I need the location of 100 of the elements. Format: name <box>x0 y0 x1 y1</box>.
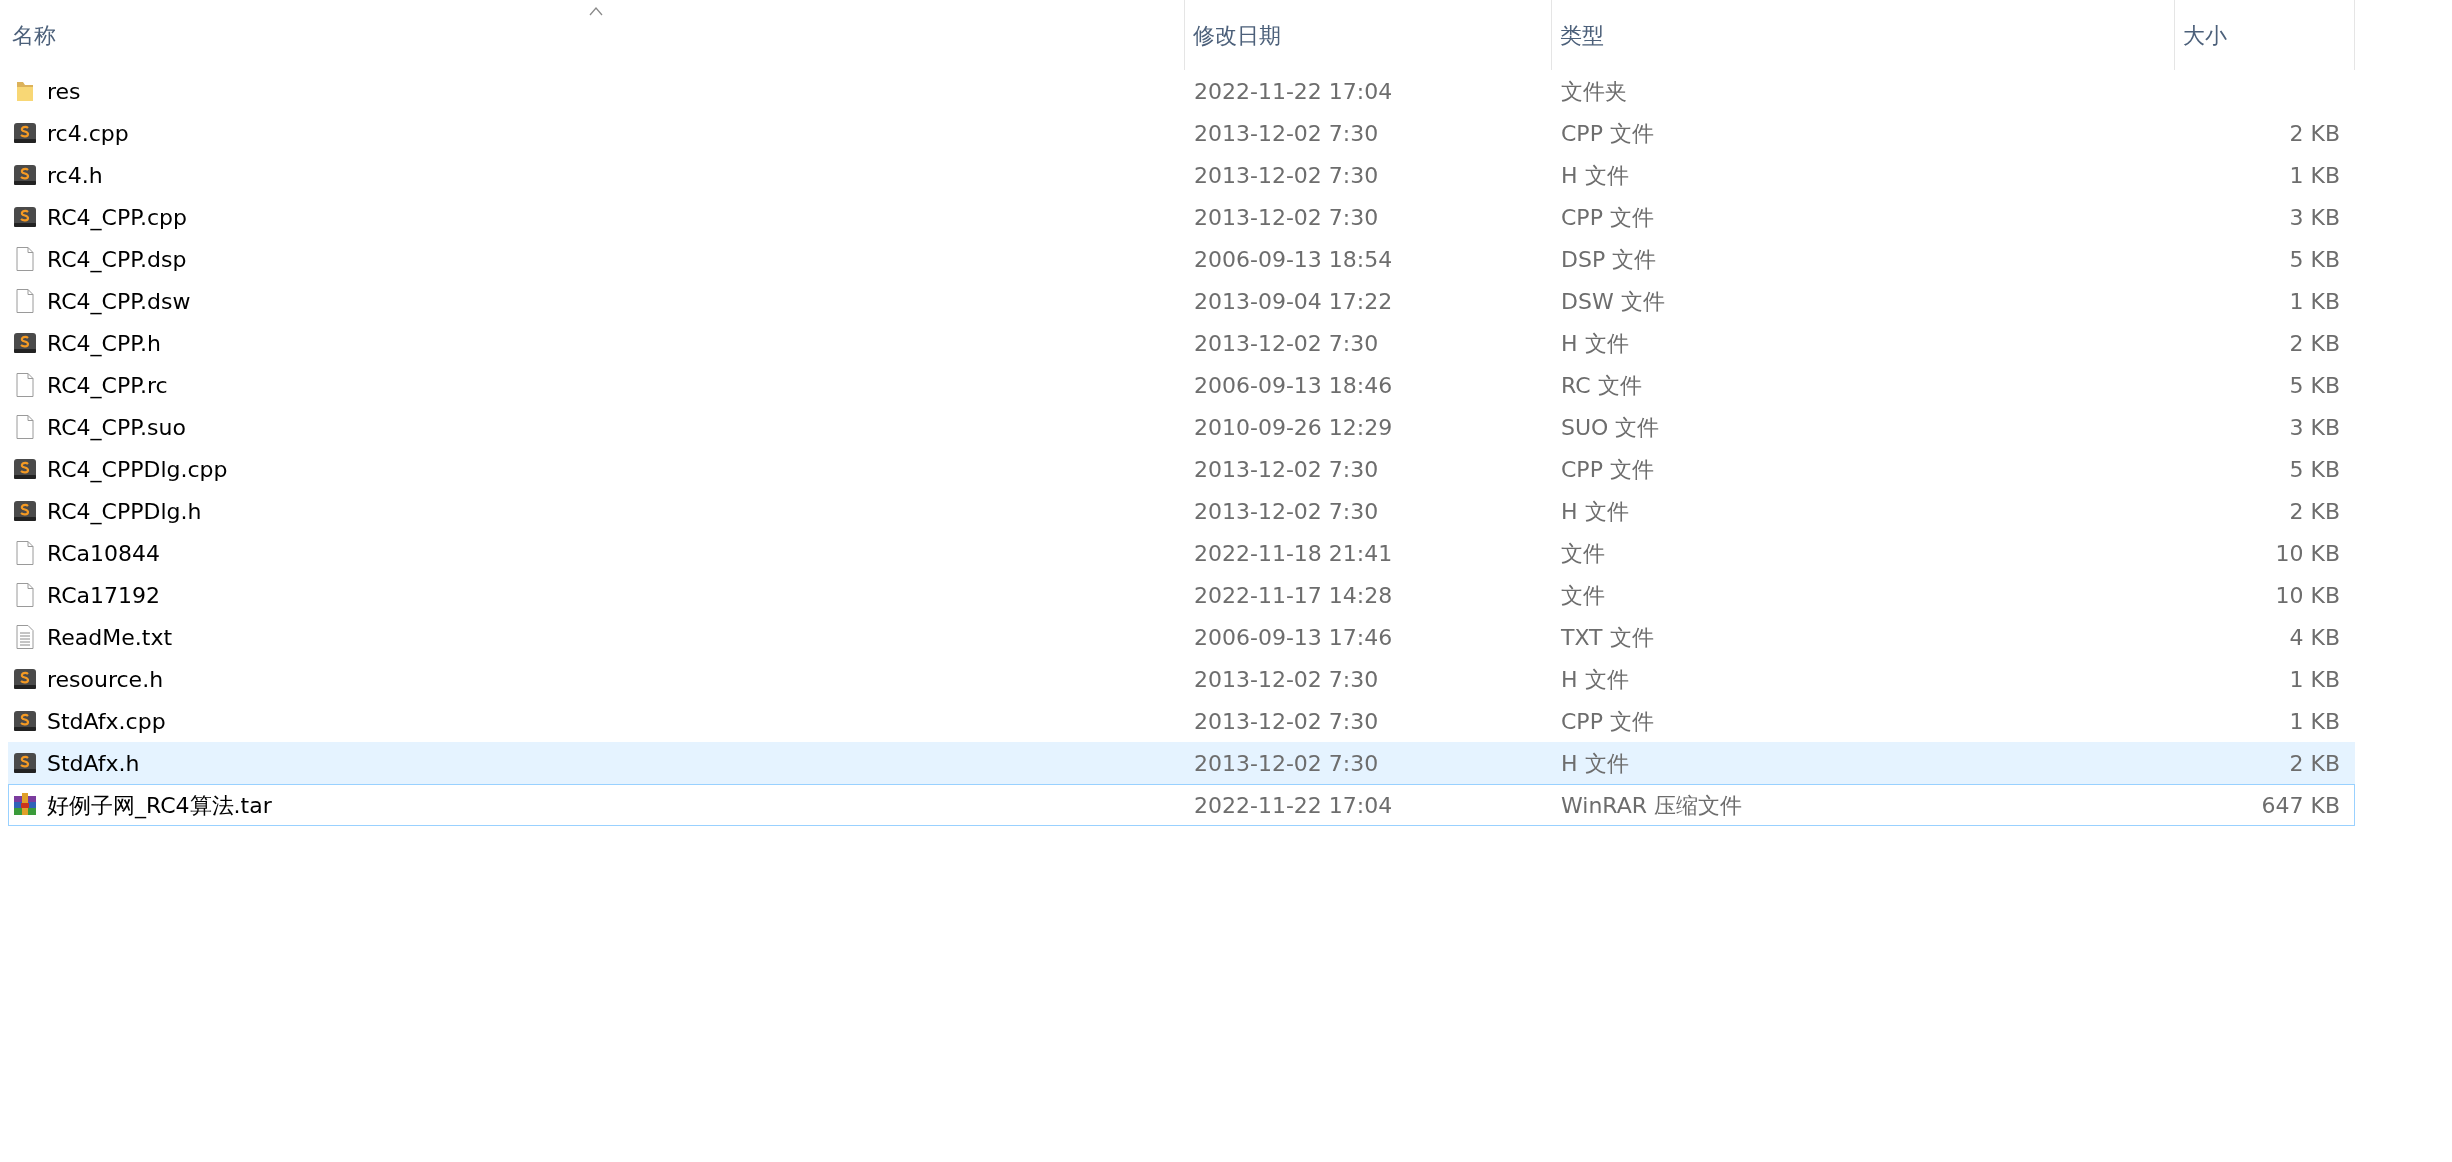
letter-s-icon <box>13 750 37 776</box>
blank-file-icon <box>13 288 37 314</box>
modified-date: 2022-11-22 17:04 <box>1194 77 1393 106</box>
file-type: H 文件 <box>1561 665 1629 694</box>
file-type: DSP 文件 <box>1561 245 1657 274</box>
file-name: RCa10844 <box>47 539 161 568</box>
file-name: RC4_CPPDlg.h <box>47 497 202 527</box>
file-type: CPP 文件 <box>1561 203 1654 232</box>
file-size: 5 KB <box>2289 371 2340 400</box>
file-size: 2 KB <box>2289 119 2340 148</box>
modified-date: 2013-12-02 7:30 <box>1194 161 1379 190</box>
letter-s-icon <box>13 708 37 734</box>
file-row[interactable]: rc4.cpp 2013-12-02 7:30 CPP 文件 2 KB <box>8 112 2355 154</box>
file-type: H 文件 <box>1561 497 1629 526</box>
file-name: StdAfx.cpp <box>47 707 166 736</box>
file-name: RC4_CPP.dsw <box>47 287 191 317</box>
modified-date: 2006-09-13 18:46 <box>1194 371 1393 400</box>
file-type: RC 文件 <box>1561 371 1642 400</box>
text-file-icon <box>13 624 37 650</box>
modified-date: 2013-12-02 7:30 <box>1194 329 1379 358</box>
file-row[interactable]: RC4_CPP.rc 2006-09-13 18:46 RC 文件 5 KB <box>8 364 2355 406</box>
file-type: H 文件 <box>1561 749 1629 778</box>
modified-date: 2013-12-02 7:30 <box>1194 707 1379 736</box>
file-type: CPP 文件 <box>1561 707 1654 736</box>
file-size: 1 KB <box>2289 707 2340 736</box>
file-type: TXT 文件 <box>1561 623 1654 652</box>
file-name: RC4_CPP.h <box>47 329 161 359</box>
file-name: StdAfx.h <box>47 749 140 778</box>
file-row[interactable]: StdAfx.h 2013-12-02 7:30 H 文件 2 KB <box>8 742 2355 784</box>
letter-s-icon <box>13 330 37 356</box>
file-name: RC4_CPP.cpp <box>47 203 188 233</box>
file-size: 10 KB <box>2275 539 2340 568</box>
file-size: 4 KB <box>2289 623 2340 652</box>
file-row[interactable]: ReadMe.txt 2006-09-13 17:46 TXT 文件 4 KB <box>8 616 2355 658</box>
file-name: RC4_CPP.dsp <box>47 245 187 275</box>
letter-s-icon <box>13 666 37 692</box>
file-name: res <box>47 77 81 106</box>
modified-date: 2022-11-17 14:28 <box>1194 581 1393 610</box>
modified-date: 2022-11-18 21:41 <box>1194 539 1393 568</box>
file-name: RC4_CPP.rc <box>47 371 168 401</box>
file-type: DSW 文件 <box>1561 287 1665 316</box>
blank-file-icon <box>13 414 37 440</box>
file-size: 5 KB <box>2289 245 2340 274</box>
file-row[interactable]: RC4_CPP.suo 2010-09-26 12:29 SUO 文件 3 KB <box>8 406 2355 448</box>
file-size: 647 KB <box>2261 791 2340 820</box>
file-row[interactable]: RC4_CPPDlg.h 2013-12-02 7:30 H 文件 2 KB <box>8 490 2355 532</box>
modified-date: 2022-11-22 17:04 <box>1194 791 1393 820</box>
file-name: RCa17192 <box>47 581 161 610</box>
file-name: rc4.h <box>47 161 103 190</box>
file-name: RC4_CPPDlg.cpp <box>47 455 228 485</box>
file-row[interactable]: RCa17192 2022-11-17 14:28 文件 10 KB <box>8 574 2355 616</box>
file-name: rc4.cpp <box>47 119 129 148</box>
blank-file-icon <box>13 372 37 398</box>
file-row[interactable]: 好例子网_RC4算法.tar 2022-11-22 17:04 WinRAR 压缩文件 647 KB <box>8 784 2355 826</box>
file-row[interactable]: RC4_CPP.dsp 2006-09-13 18:54 DSP 文件 5 KB <box>8 238 2355 280</box>
file-row[interactable]: RC4_CPP.dsw 2013-09-04 17:22 DSW 文件 1 KB <box>8 280 2355 322</box>
file-size: 5 KB <box>2289 455 2340 484</box>
file-row[interactable]: RC4_CPP.cpp 2013-12-02 7:30 CPP 文件 3 KB <box>8 196 2355 238</box>
file-size: 3 KB <box>2289 203 2340 232</box>
file-type: 文件夹 <box>1561 77 1627 106</box>
file-row[interactable]: RC4_CPP.h 2013-12-02 7:30 H 文件 2 KB <box>8 322 2355 364</box>
column-header[interactable]: 名称 <box>8 0 1185 70</box>
modified-date: 2013-12-02 7:30 <box>1194 203 1379 232</box>
column-header[interactable]: 类型 <box>1552 0 2175 70</box>
file-size: 3 KB <box>2289 413 2340 442</box>
file-name: ReadMe.txt <box>47 623 173 652</box>
file-name: resource.h <box>47 665 164 694</box>
blank-file-icon <box>13 582 37 608</box>
file-size: 10 KB <box>2275 581 2340 610</box>
blank-file-icon <box>13 540 37 566</box>
modified-date: 2013-12-02 7:30 <box>1194 455 1379 484</box>
column-header[interactable]: 修改日期 <box>1185 0 1552 70</box>
modified-date: 2006-09-13 17:46 <box>1194 623 1393 652</box>
file-type: CPP 文件 <box>1561 119 1654 148</box>
modified-date: 2006-09-13 18:54 <box>1194 245 1393 274</box>
file-row[interactable]: StdAfx.cpp 2013-12-02 7:30 CPP 文件 1 KB <box>8 700 2355 742</box>
file-size: 2 KB <box>2289 329 2340 358</box>
file-row[interactable]: rc4.h 2013-12-02 7:30 H 文件 1 KB <box>8 154 2355 196</box>
modified-date: 2010-09-26 12:29 <box>1194 413 1393 442</box>
blank-file-icon <box>13 246 37 272</box>
modified-date: 2013-12-02 7:30 <box>1194 749 1379 778</box>
modified-date: 2013-12-02 7:30 <box>1194 497 1379 526</box>
column-header[interactable]: 大小 <box>2175 0 2355 70</box>
file-row[interactable]: RC4_CPPDlg.cpp 2013-12-02 7:30 CPP 文件 5 KB <box>8 448 2355 490</box>
file-type: 文件 <box>1561 539 1605 568</box>
file-type: SUO 文件 <box>1561 413 1660 442</box>
file-size: 2 KB <box>2289 497 2340 526</box>
file-row[interactable]: resource.h 2013-12-02 7:30 H 文件 1 KB <box>8 658 2355 700</box>
modified-date: 2013-09-04 17:22 <box>1194 287 1393 316</box>
file-row[interactable]: res 2022-11-22 17:04 文件夹 <box>8 70 2355 112</box>
file-name: 好例子网_RC4算法.tar <box>47 791 272 821</box>
file-type: 文件 <box>1561 581 1605 610</box>
letter-s-icon <box>13 456 37 482</box>
file-name: RC4_CPP.suo <box>47 413 186 443</box>
letter-s-icon <box>13 498 37 524</box>
sort-ascending-icon <box>588 6 604 16</box>
file-row[interactable]: RCa10844 2022-11-18 21:41 文件 10 KB <box>8 532 2355 574</box>
file-type: H 文件 <box>1561 161 1629 190</box>
file-size: 2 KB <box>2289 749 2340 778</box>
file-type: H 文件 <box>1561 329 1629 358</box>
